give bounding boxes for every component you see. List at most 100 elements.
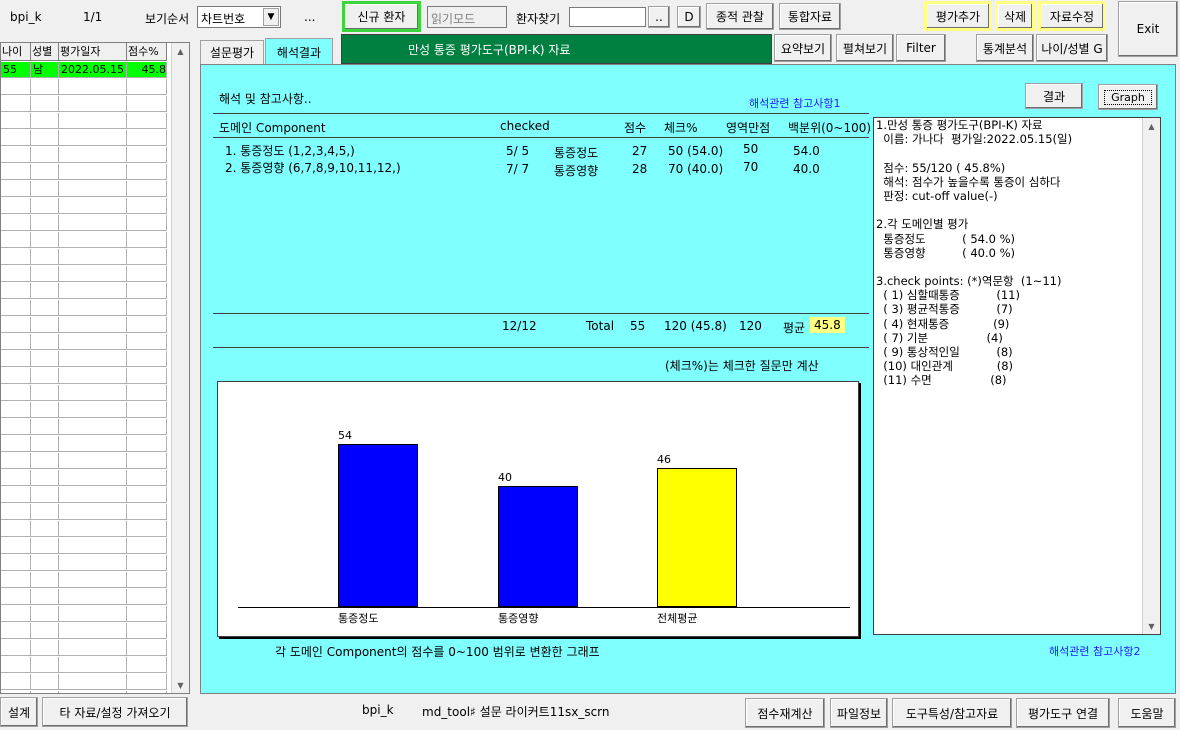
table-row[interactable] [1,572,167,588]
report-textbox[interactable]: 1.만성 통증 평가도구(BPI-K) 자료 이름: 가나다 평가일:2022.… [873,117,1161,635]
table-row[interactable] [1,419,167,435]
table-row[interactable] [1,130,167,146]
table-row[interactable] [1,402,167,418]
scroll-down-icon[interactable]: ▼ [1143,618,1160,634]
table-row[interactable] [1,555,167,571]
new-patient-button[interactable]: 신규 환자 [342,1,421,32]
table-row[interactable]: 55 남 2022.05.15 45.8 [1,62,167,78]
link-tool-button[interactable]: 평가도구 연결 [1016,698,1110,728]
table-row[interactable] [1,470,167,486]
chevron-down-icon[interactable]: ▼ [263,8,279,26]
stats-button[interactable]: 통계분석 [976,34,1034,62]
cell-age [1,589,31,605]
report-line: 3.check points: (*)역문항 (1~11) [876,274,1062,289]
col-score[interactable]: 점수% [127,43,167,60]
reference-link-2[interactable]: 해석관련 참고사항2 [1049,643,1140,659]
col-age[interactable]: 나이 [1,43,31,60]
table-row[interactable] [1,232,167,248]
graph-button[interactable]: Graph [1098,84,1158,110]
col-sex[interactable]: 성별 [31,43,59,60]
table-row[interactable] [1,215,167,231]
table-row[interactable] [1,657,167,673]
sort-select-value: 차트번호 [201,12,246,26]
scroll-up-icon[interactable]: ▲ [1143,118,1160,134]
divider-top [213,113,869,114]
table-row[interactable] [1,249,167,265]
table-row[interactable] [1,521,167,537]
table-row[interactable] [1,266,167,282]
patient-search-button[interactable]: .. [648,6,670,28]
cell-score [127,368,167,384]
cell-sex [31,521,59,537]
bar-category-label: 통증영향 [498,612,539,625]
col-date[interactable]: 평가일자 [59,43,127,60]
table-row[interactable] [1,674,167,690]
import-settings-button[interactable]: 타 자료/설정 가져오기 [42,697,188,727]
settings-button[interactable]: 설계 [0,697,38,727]
patient-search-input[interactable] [569,7,646,27]
table-row[interactable] [1,453,167,469]
list-scrollbar[interactable]: ▲ ▼ [171,43,189,693]
table-row[interactable] [1,334,167,350]
recalculate-button[interactable]: 점수재계산 [745,698,825,728]
read-mode-select[interactable]: 읽기모드 [427,6,507,28]
d-button[interactable]: D [677,6,701,28]
table-row[interactable] [1,640,167,656]
table-row[interactable] [1,96,167,112]
reference-link-1[interactable]: 해석관련 참고사항1 [749,95,840,111]
scroll-up-icon[interactable]: ▲ [172,43,189,59]
scroll-down-icon[interactable]: ▼ [172,677,189,693]
cell-age [1,164,31,180]
integrated-data-button[interactable]: 통합자료 [779,3,841,30]
domain-row-2-checkpct: 70 (40.0) [668,162,724,176]
table-row[interactable] [1,351,167,367]
exit-button[interactable]: Exit [1118,1,1178,57]
help-button[interactable]: 도움말 [1118,698,1176,728]
table-row[interactable] [1,198,167,214]
table-row[interactable] [1,164,167,180]
cell-sex [31,487,59,503]
table-row[interactable] [1,606,167,622]
sort-select[interactable]: 차트번호 ▼ [197,6,281,28]
file-info-button[interactable]: 파일정보 [830,698,888,728]
report-line: 점수: 55/120 ( 45.8%) [876,160,1006,175]
cell-score [127,79,167,95]
expand-view-button[interactable]: 펼쳐보기 [836,34,894,62]
table-row[interactable] [1,385,167,401]
table-row[interactable] [1,623,167,639]
edit-data-button[interactable]: 자료수정 [1038,1,1106,31]
more-ellipsis[interactable]: ... [304,10,315,24]
table-row[interactable] [1,691,167,693]
tab-survey[interactable]: 설문평가 [200,40,264,64]
cell-score [127,453,167,469]
table-row[interactable] [1,283,167,299]
delete-button[interactable]: 삭제 [995,1,1035,31]
table-row[interactable] [1,504,167,520]
table-row[interactable] [1,538,167,554]
table-row[interactable] [1,368,167,384]
table-row[interactable] [1,113,167,129]
summary-view-button[interactable]: 요약보기 [774,34,832,62]
trend-view-button[interactable]: 종적 관찰 [706,3,774,30]
tab-result[interactable]: 해석결과 [265,38,333,65]
report-scrollbar[interactable]: ▲ ▼ [1142,118,1160,634]
age-sex-graph-button[interactable]: 나이/성별 G [1036,34,1108,62]
domain-row-2-label: 통증영향 [554,164,599,178]
table-row[interactable] [1,589,167,605]
table-row[interactable] [1,147,167,163]
filter-button[interactable]: Filter [896,34,946,62]
table-row[interactable] [1,487,167,503]
add-evaluation-button[interactable]: 평가추가 [924,1,992,31]
cell-sex [31,674,59,690]
table-row[interactable] [1,436,167,452]
cell-date [59,657,127,673]
tool-reference-button[interactable]: 도구특성/참고자료 [892,698,1012,728]
table-row[interactable] [1,79,167,95]
table-row[interactable] [1,300,167,316]
cell-score [127,198,167,214]
result-button[interactable]: 결과 [1025,83,1083,109]
table-row[interactable] [1,181,167,197]
cell-sex [31,623,59,639]
cell-sex [31,572,59,588]
table-row[interactable] [1,317,167,333]
